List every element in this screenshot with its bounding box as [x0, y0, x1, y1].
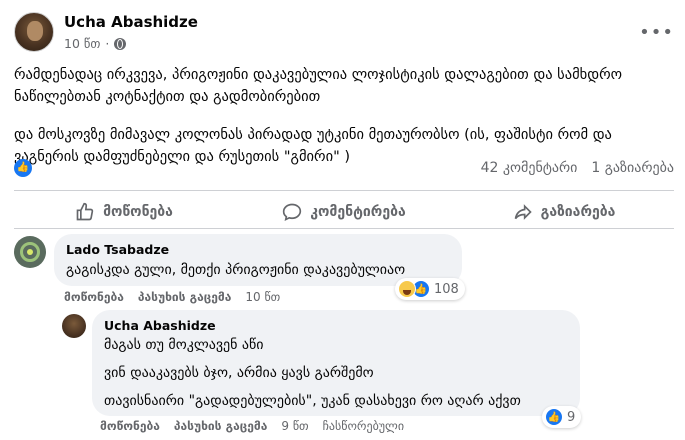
thumbs-up-icon — [76, 202, 94, 221]
comments-count[interactable]: 42 კომენტარი — [481, 160, 578, 176]
post-meta: 10 წთ · — [64, 36, 127, 51]
comment-text-line: თავისნაირი "გადადებულების", უკან დასახევ… — [104, 393, 521, 409]
post-paragraph: რამდენადაც ირკვევა, პრიგოჟინი დაკავებული… — [14, 67, 623, 105]
commenter-avatar[interactable] — [62, 314, 86, 338]
comment-text: გაგისკდა გული, მეთქი პრიგოჟინი დაკავებულ… — [66, 262, 406, 278]
post-stats: 👍 42 კომენტარი 1 გაზიარება — [14, 158, 674, 180]
commenter-avatar[interactable] — [14, 236, 46, 268]
comment-text-line: მაგას თუ მოკლავენ აწი — [104, 337, 264, 353]
comment-like-link[interactable]: მოწონება — [100, 419, 160, 433]
comment-author-name[interactable]: Lado Tsabadze — [66, 242, 450, 257]
post-author-name[interactable]: Ucha Abashidze — [64, 13, 198, 31]
comment-button-label: კომენტირება — [310, 204, 406, 220]
share-button-label: გაზიარება — [540, 204, 616, 220]
share-button[interactable]: გაზიარება — [454, 195, 674, 229]
comment-time[interactable]: 10 წთ — [245, 290, 280, 304]
author-avatar[interactable] — [14, 12, 54, 52]
comment-edited-label[interactable]: ჩასწორებული — [323, 419, 404, 433]
comment-actions: მოწონება პასუხის გაცემა 9 წთ ჩასწორებული — [100, 419, 404, 433]
post-action-bar: მოწონება კომენტირება გაზიარება — [14, 195, 674, 229]
reaction-count: 108 — [434, 281, 459, 297]
more-horizontal-icon[interactable]: ••• — [639, 22, 674, 43]
comment-author-name[interactable]: Ucha Abashidze — [104, 318, 568, 333]
comment-reply-link[interactable]: პასუხის გაცემა — [174, 419, 267, 433]
comment-actions: მოწონება პასუხის გაცემა 10 წთ — [64, 290, 280, 304]
comment-reactions[interactable]: 👍 108 — [395, 278, 465, 300]
like-button-label: მოწონება — [103, 204, 173, 220]
post-time[interactable]: 10 წთ — [64, 36, 100, 51]
comment-reply-link[interactable]: პასუხის გაცემა — [138, 290, 231, 304]
comment-text-line: ვინ დააკავებს ბჯო, არმია ყავს გარშემო — [104, 365, 374, 381]
comment-bubble: Ucha Abashidze მაგას თუ მოკლავენ აწი ვინ… — [92, 310, 580, 416]
post-header: Ucha Abashidze 10 წთ · ••• — [14, 12, 674, 56]
haha-reaction-icon — [398, 280, 416, 298]
like-reaction-icon: 👍 — [545, 408, 563, 426]
share-arrow-icon — [514, 204, 532, 220]
globe-icon — [114, 37, 127, 50]
like-button[interactable]: მოწონება — [14, 195, 234, 229]
comment-like-link[interactable]: მოწონება — [64, 290, 124, 304]
comment-reactions[interactable]: 👍 9 — [542, 406, 582, 428]
speech-bubble-icon — [283, 203, 302, 222]
divider — [14, 228, 674, 229]
reaction-count: 9 — [567, 409, 576, 425]
comment-time[interactable]: 9 წთ — [281, 419, 308, 433]
like-reaction-icon[interactable]: 👍 — [14, 159, 32, 177]
shares-count[interactable]: 1 გაზიარება — [591, 160, 674, 176]
divider — [14, 190, 674, 191]
comment-button[interactable]: კომენტირება — [234, 195, 454, 229]
